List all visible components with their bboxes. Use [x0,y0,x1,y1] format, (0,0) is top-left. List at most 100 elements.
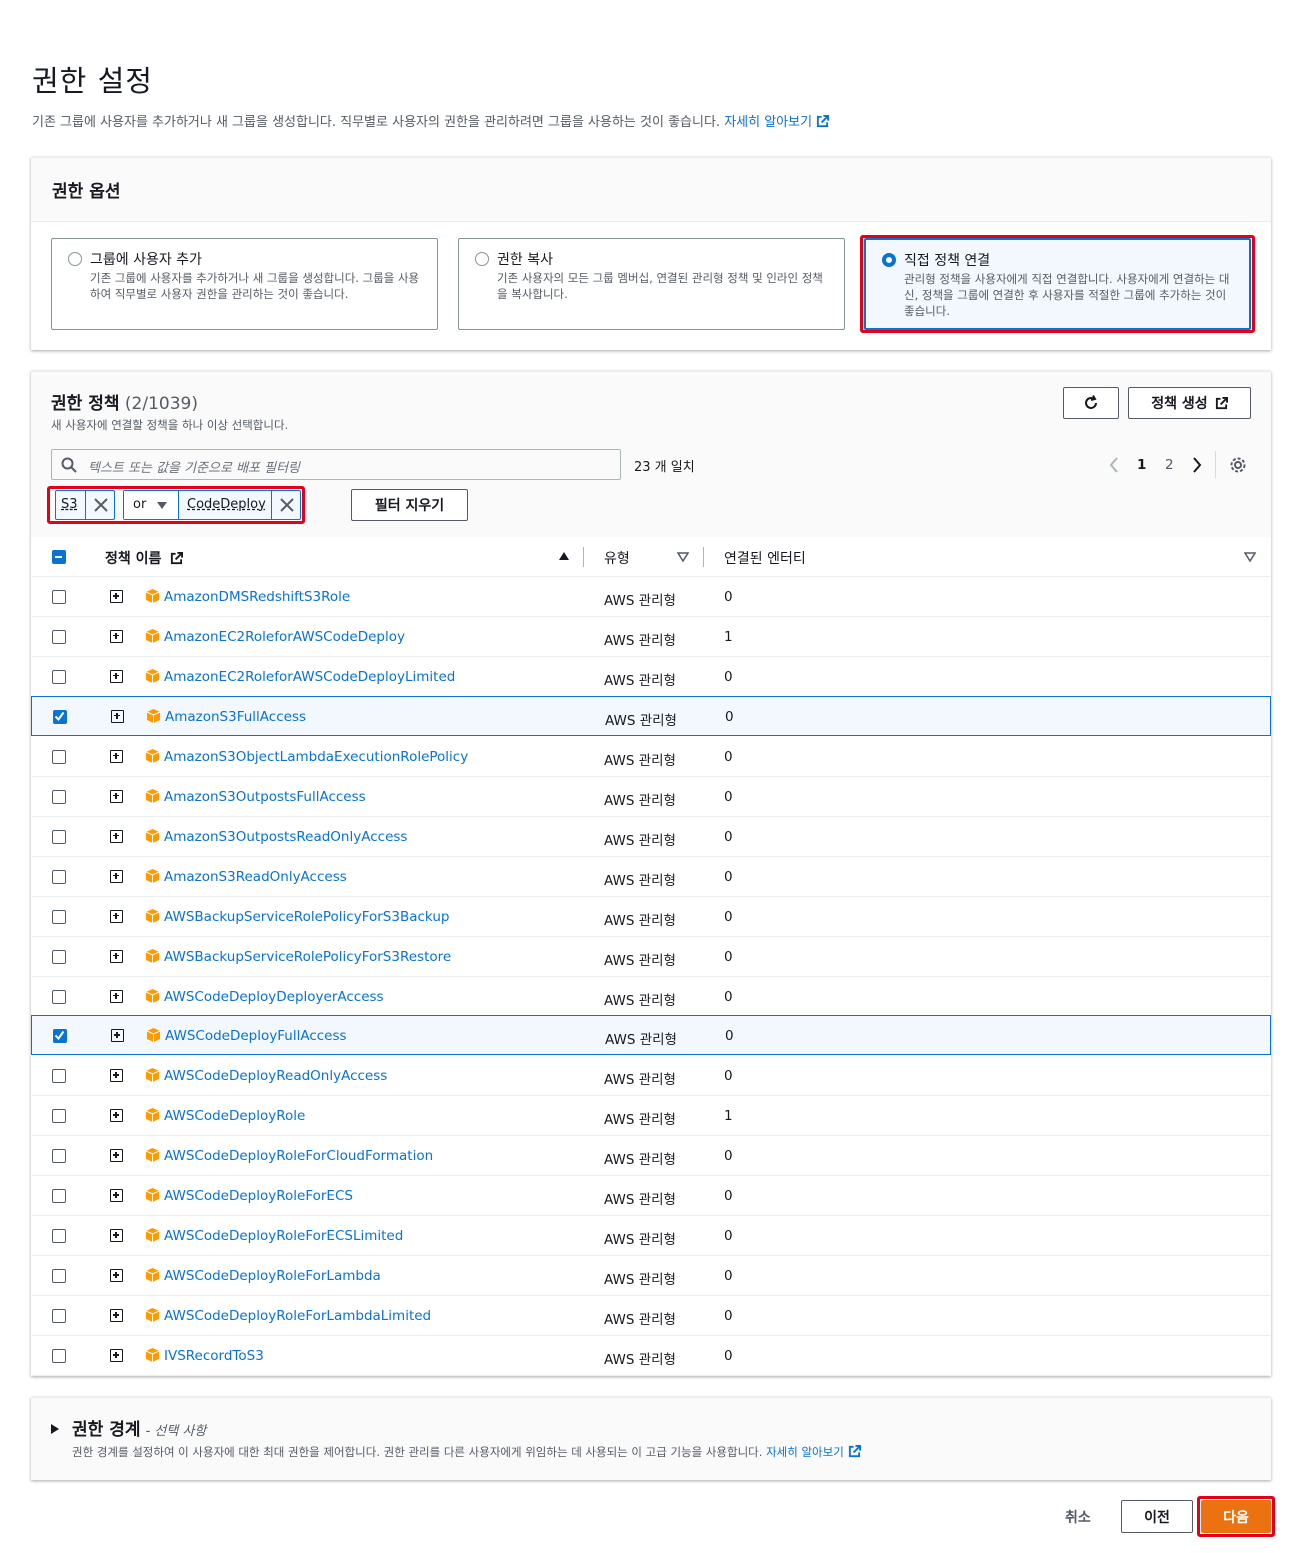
row-checkbox[interactable] [52,590,66,604]
policy-name-link[interactable]: AmazonS3OutpostsFullAccess [164,789,366,805]
sort-icon[interactable] [1244,552,1256,562]
prev-page-icon[interactable] [1108,457,1120,473]
table-row[interactable]: AWSCodeDeployDeployerAccess AWS 관리형 0 [32,977,1270,1017]
policy-name-link[interactable]: AmazonS3FullAccess [165,709,306,725]
expand-row-icon[interactable] [110,909,123,923]
table-row[interactable]: AWSCodeDeployReadOnlyAccess AWS 관리형 0 [32,1056,1270,1097]
table-row[interactable]: AmazonS3ObjectLambdaExecutionRolePolicy A… [32,737,1270,777]
expand-row-icon[interactable] [110,949,123,963]
policy-name-link[interactable]: AWSCodeDeployDeployerAccess [164,989,384,1005]
table-row[interactable]: AWSCodeDeployFullAccess AWS 관리형 0 [31,1015,1271,1056]
row-checkbox[interactable] [52,829,66,844]
expand-caret-icon[interactable] [51,1424,59,1434]
learn-more-link[interactable]: 자세히 알아보기 [724,115,830,130]
policy-name-link[interactable]: AWSCodeDeployReadOnlyAccess [164,1068,387,1084]
row-checkbox[interactable] [52,909,66,924]
table-row[interactable]: AWSCodeDeployRoleForECSLimited AWS 관리형 0 [32,1216,1270,1257]
table-row[interactable]: AWSCodeDeployRoleForECS AWS 관리형 0 [32,1176,1270,1217]
create-policy-button[interactable]: 정책 생성 [1128,387,1251,419]
table-row[interactable]: AWSCodeDeployRole AWS 관리형 1 [32,1096,1270,1137]
policy-name-link[interactable]: AWSCodeDeployRoleForCloudFormation [164,1148,433,1164]
settings-gear-icon[interactable] [1229,456,1247,474]
table-row[interactable]: AmazonS3FullAccess AWS 관리형 0 [31,695,1271,736]
table-row[interactable]: AWSCodeDeployRoleForLambda AWS 관리형 0 [32,1256,1270,1297]
refresh-button[interactable] [1063,387,1119,419]
policy-name-link[interactable]: AmazonS3OutpostsReadOnlyAccess [164,829,407,845]
policy-name-link[interactable]: AWSBackupServiceRolePolicyForS3Backup [164,909,449,925]
row-checkbox[interactable] [52,1269,66,1284]
policy-name-link[interactable]: AWSBackupServiceRolePolicyForS3Restore [164,949,451,965]
sort-icon[interactable] [677,552,689,562]
cancel-button[interactable]: 취소 [1065,1507,1091,1527]
table-row[interactable]: AmazonEC2RoleforAWSCodeDeployLimited AWS … [32,657,1270,697]
policy-name-link[interactable]: IVSRecordToS3 [164,1348,264,1364]
row-checkbox[interactable] [52,749,66,764]
expand-row-icon[interactable] [110,1309,123,1323]
policy-name-link[interactable]: AmazonEC2RoleforAWSCodeDeploy [164,629,405,645]
expand-row-icon[interactable] [110,829,123,843]
expand-row-icon[interactable] [110,1189,123,1203]
table-row[interactable]: AWSCodeDeployRoleForLambdaLimited AWS 관리형… [32,1296,1270,1337]
expand-row-icon[interactable] [110,869,123,883]
row-checkbox[interactable] [52,989,66,1004]
row-checkbox[interactable] [52,1229,66,1244]
expand-row-icon[interactable] [110,1149,123,1163]
radio-copy-permissions[interactable] [475,252,489,266]
policy-search-input[interactable]: 텍스트 또는 값을 기준으로 배포 필터링 [51,449,621,480]
row-checkbox[interactable] [53,1029,67,1044]
expand-row-icon[interactable] [110,629,123,643]
column-policy-name[interactable]: 정책 이름 [105,548,184,568]
policy-name-link[interactable]: AmazonDMSRedshiftS3Role [164,589,350,605]
row-checkbox[interactable] [52,1069,66,1084]
table-row[interactable]: AWSBackupServiceRolePolicyForS3Backup AWS… [32,897,1270,937]
expand-row-icon[interactable] [110,1229,123,1243]
policy-name-link[interactable]: AmazonS3ObjectLambdaExecutionRolePolicy [164,749,468,765]
clear-filter-button[interactable]: 필터 지우기 [351,489,468,521]
policy-name-link[interactable]: AmazonS3ReadOnlyAccess [164,869,347,885]
policy-name-link[interactable]: AWSCodeDeployRoleForLambdaLimited [164,1308,431,1324]
previous-button[interactable]: 이전 [1121,1500,1193,1533]
radio-add-to-group[interactable] [68,252,82,266]
page-1[interactable]: 1 [1137,457,1146,473]
table-row[interactable]: AWSCodeDeployRoleForCloudFormation AWS 관리… [32,1136,1270,1177]
policy-name-link[interactable]: AWSCodeDeployRoleForECS [164,1188,353,1204]
row-checkbox[interactable] [53,709,67,724]
table-row[interactable]: AmazonS3ReadOnlyAccess AWS 관리형 0 [32,857,1270,897]
row-checkbox[interactable] [52,1349,66,1364]
expand-row-icon[interactable] [110,989,123,1003]
table-row[interactable]: IVSRecordToS3 AWS 관리형 0 [32,1336,1270,1377]
expand-row-icon[interactable] [110,669,123,683]
expand-row-icon[interactable] [111,709,124,723]
row-checkbox[interactable] [52,949,66,964]
row-checkbox[interactable] [52,1149,66,1164]
expand-row-icon[interactable] [110,749,123,763]
expand-row-icon[interactable] [110,1069,123,1083]
row-checkbox[interactable] [52,669,66,684]
row-checkbox[interactable] [52,1109,66,1124]
policy-name-link[interactable]: AWSCodeDeployRoleForLambda [164,1268,381,1284]
row-checkbox[interactable] [52,869,66,884]
option-card-copy-permissions[interactable]: 권한 복사 기존 사용자의 모든 그룹 멤버십, 연결된 관리형 정책 및 인라… [458,238,845,330]
boundary-learn-more-link[interactable]: 자세히 알아보기 [766,1445,861,1459]
sort-ascending-icon[interactable] [559,552,569,560]
boundary-heading[interactable]: 권한 경계 - 선택 사항 [72,1415,206,1440]
row-checkbox[interactable] [52,789,66,804]
row-checkbox[interactable] [52,629,66,644]
expand-row-icon[interactable] [111,1029,124,1043]
row-checkbox[interactable] [52,1309,66,1324]
option-card-add-to-group[interactable]: 그룹에 사용자 추가 기존 그룹에 사용자를 추가하거나 새 그룹을 생성합니다… [51,238,438,330]
table-row[interactable]: AmazonEC2RoleforAWSCodeDeploy AWS 관리형 1 [32,617,1270,657]
page-2[interactable]: 2 [1165,457,1174,473]
policy-name-link[interactable]: AWSCodeDeployRole [164,1108,305,1124]
policy-name-link[interactable]: AWSCodeDeployRoleForECSLimited [164,1228,403,1244]
expand-row-icon[interactable] [110,1269,123,1283]
table-row[interactable]: AmazonS3OutpostsFullAccess AWS 관리형 0 [32,777,1270,817]
expand-row-icon[interactable] [110,590,123,603]
policy-name-link[interactable]: AWSCodeDeployFullAccess [165,1028,347,1044]
row-checkbox[interactable] [52,1189,66,1204]
table-row[interactable]: AmazonS3OutpostsReadOnlyAccess AWS 관리형 0 [32,817,1270,857]
select-all-checkbox[interactable] [52,550,66,564]
column-type[interactable]: 유형 [604,548,630,568]
policy-name-link[interactable]: AmazonEC2RoleforAWSCodeDeployLimited [164,669,455,685]
column-entities[interactable]: 연결된 엔터티 [724,548,806,568]
